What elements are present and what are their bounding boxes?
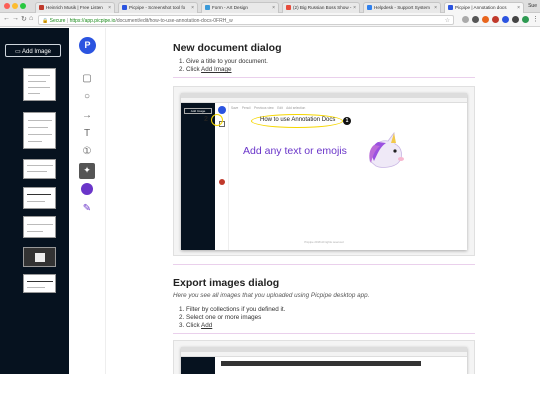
image-thumbnail[interactable] — [23, 187, 56, 209]
home-icon[interactable]: ⌂ — [29, 15, 33, 22]
unicorn-sticker-icon[interactable]: ✦ — [79, 163, 95, 179]
browser-tab[interactable]: Helpdesk - Support System × — [363, 2, 441, 13]
pen-icon[interactable]: ✎ — [80, 202, 94, 216]
tab-favicon-icon — [39, 5, 44, 11]
browser-window: Heinrich Musik | Free Listen × Picpipe - … — [0, 0, 540, 374]
step-text: 2. Click Add Image — [179, 66, 232, 73]
image-thumbnail[interactable] — [23, 274, 56, 293]
image-thumbnail[interactable] — [23, 68, 56, 101]
step-text: 2. Select one or more images — [179, 314, 262, 321]
image-thumbnail[interactable] — [23, 247, 56, 267]
add-link[interactable]: Add — [201, 322, 212, 329]
extension-icon[interactable] — [512, 16, 519, 23]
forward-icon[interactable]: → — [12, 15, 19, 22]
section-title: Export images dialog — [173, 277, 280, 289]
inner-menu: Save Pencil Previous view Edit Add selec… — [231, 106, 306, 110]
add-image-link[interactable]: Add Image — [201, 66, 231, 73]
image-thumbnail[interactable] — [23, 159, 56, 179]
tab-close-icon[interactable]: × — [108, 5, 111, 11]
step-text: 1. Filter by collections if you defined … — [179, 306, 286, 313]
image-thumbnail[interactable] — [23, 216, 56, 238]
browser-tab-active[interactable]: Picpipe | Annotation docs × — [444, 2, 524, 13]
tab-bar: Heinrich Musik | Free Listen × Picpipe - … — [0, 0, 540, 13]
image-icon: ▭ — [14, 49, 21, 55]
add-image-button[interactable]: ▭ Add Image — [5, 44, 61, 57]
tab-close-icon[interactable]: × — [353, 5, 356, 11]
section-divider — [173, 333, 475, 334]
extension-icon[interactable] — [522, 16, 529, 23]
inner-screenshot — [181, 347, 467, 374]
tab-favicon-icon — [367, 5, 372, 11]
secure-label: Secure — [49, 18, 66, 24]
counter-icon[interactable]: ① — [80, 145, 94, 159]
inner-sidebar: Add Image — [181, 103, 215, 250]
ellipse-icon[interactable]: ○ — [80, 90, 94, 104]
zoom-window-button[interactable] — [20, 3, 26, 9]
callout-badge-1: 1 — [343, 117, 351, 125]
tab-favicon-icon — [448, 5, 453, 11]
section-divider — [173, 77, 475, 78]
browser-tab[interactable]: (2) Big Russian Boss Show - × — [282, 2, 360, 13]
inner-screenshot: Add Image Save Pencil Previous view Edit… — [181, 93, 467, 250]
section-intro: Here you see all images that you uploade… — [173, 292, 370, 299]
tab-close-icon[interactable]: × — [517, 5, 520, 11]
rectangle-icon[interactable]: ▢ — [80, 72, 94, 86]
document-content: New document dialog 1. Give a title to y… — [107, 28, 540, 374]
profile-name[interactable]: Sue — [528, 3, 537, 9]
inner-footer: Picpipe 2018 All rights reserved — [304, 240, 344, 244]
tab-favicon-icon — [286, 5, 291, 11]
picpipe-logo[interactable]: P — [79, 37, 96, 54]
tab-close-icon[interactable]: × — [272, 5, 275, 11]
browser-menu-icon[interactable]: ⋮ — [532, 15, 539, 23]
close-window-button[interactable] — [4, 3, 10, 9]
step-text: 1. Give a title to your document. — [179, 58, 268, 65]
text-icon[interactable]: T — [80, 127, 94, 141]
callout-ellipse — [211, 114, 223, 126]
unicorn-icon — [369, 131, 404, 168]
callout-text: How to use Annotation Docs — [260, 117, 336, 123]
bookmark-star-icon[interactable]: ☆ — [445, 17, 450, 24]
annotated-image[interactable]: Add Image Save Pencil Previous view Edit… — [173, 86, 475, 256]
browser-tab[interactable]: Form - Art Design × — [201, 2, 279, 13]
browser-tab[interactable]: Heinrich Musik | Free Listen × — [35, 2, 115, 13]
section-title: New document dialog — [173, 42, 282, 54]
extension-icon[interactable] — [462, 16, 469, 23]
image-thumbnail[interactable] — [23, 112, 56, 149]
minimize-window-button[interactable] — [12, 3, 18, 9]
back-icon[interactable]: ← — [3, 15, 10, 22]
color-swatch-icon[interactable] — [80, 183, 94, 197]
section-divider — [173, 264, 475, 265]
tab-favicon-icon — [122, 5, 127, 11]
extension-icon[interactable] — [502, 16, 509, 23]
extension-icon[interactable] — [492, 16, 499, 23]
annotated-image[interactable] — [173, 340, 475, 374]
lock-icon: 🔒 — [42, 18, 49, 24]
tab-favicon-icon — [205, 5, 210, 11]
reload-icon[interactable]: ↻ — [21, 15, 27, 23]
callout-badge-2: 2 — [204, 116, 208, 123]
browser-toolbar: ← → ↻ ⌂ 🔒 Secure | https://app.picpipe.i… — [0, 13, 540, 27]
arrow-icon[interactable]: → — [80, 109, 94, 123]
tab-close-icon[interactable]: × — [434, 5, 437, 11]
url-path: /document/edit/how-to-use-annotation-doc… — [115, 18, 233, 24]
page-bottom-space — [0, 374, 540, 396]
address-bar[interactable]: 🔒 Secure | https://app.picpipe.io/docume… — [38, 15, 454, 25]
image-sidebar: ▭ Add Image — [0, 28, 69, 374]
tools-panel: P ▢ ○ → T ① ✦ ✎ — [70, 28, 106, 374]
step-text: 3. Click Add — [179, 322, 213, 329]
annotation-text: Add any text or emojis — [243, 145, 347, 157]
browser-tab[interactable]: Picpipe - Screenshot tool fo × — [118, 2, 198, 13]
extension-icon[interactable] — [472, 16, 479, 23]
extension-icon[interactable] — [482, 16, 489, 23]
tab-close-icon[interactable]: × — [191, 5, 194, 11]
url-host: https://app.picpipe.io — [69, 18, 116, 24]
